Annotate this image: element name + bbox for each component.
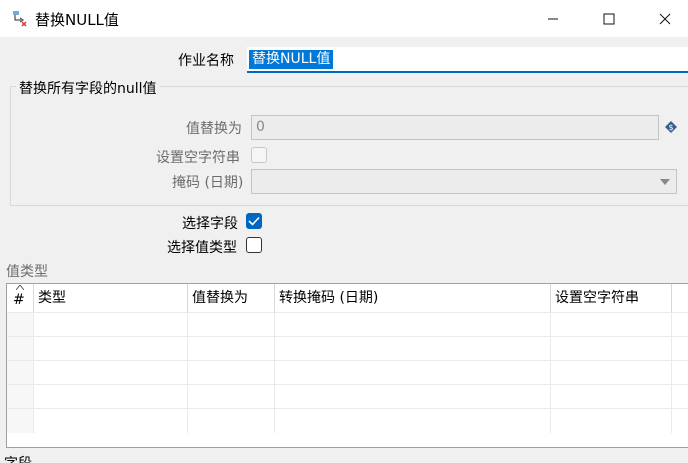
table-row[interactable] xyxy=(7,384,688,409)
select-fields-checkbox[interactable] xyxy=(246,213,262,229)
value-type-table[interactable]: # 类型 值替换为 转换掩码 (日期) 设置空字符串 xyxy=(6,283,688,448)
table-row[interactable] xyxy=(7,408,688,433)
maximize-button[interactable] xyxy=(586,0,632,37)
column-header-number[interactable]: # xyxy=(7,284,34,312)
replace-value-label: 值替换为 xyxy=(186,121,242,137)
checkmark-icon xyxy=(248,216,260,226)
table-row[interactable] xyxy=(7,336,688,361)
replace-value-text: 0 xyxy=(256,119,265,135)
value-type-section-title: 值类型 xyxy=(6,264,48,280)
select-value-type-label: 选择值类型 xyxy=(167,240,237,256)
job-name-label: 作业名称 xyxy=(178,53,234,69)
title-bar: 替换NULL值 xyxy=(0,0,688,37)
select-value-type-checkbox[interactable] xyxy=(246,237,262,253)
replace-value-input[interactable]: 0 xyxy=(251,115,659,140)
window-title: 替换NULL值 xyxy=(35,11,119,29)
app-transform-icon xyxy=(13,11,27,27)
dropdown-arrow-icon xyxy=(654,170,676,193)
column-header-set-empty-string[interactable]: 设置空字符串 xyxy=(551,284,672,312)
job-name-value: 替换NULL值 xyxy=(249,50,334,69)
minimize-icon xyxy=(548,18,558,19)
select-fields-label: 选择字段 xyxy=(182,216,238,232)
column-header-replace-value[interactable]: 值替换为 xyxy=(188,284,275,312)
variable-diamond-icon[interactable]: $ xyxy=(664,120,678,134)
column-header-type[interactable]: 类型 xyxy=(34,284,188,312)
maximize-icon xyxy=(603,13,615,24)
fields-section-title: 字段 xyxy=(4,453,32,463)
mask-combo[interactable] xyxy=(251,169,677,194)
close-button[interactable] xyxy=(642,0,688,37)
table-row[interactable] xyxy=(7,312,688,337)
svg-text:$: $ xyxy=(668,123,673,132)
table-row[interactable] xyxy=(7,360,688,385)
close-icon xyxy=(659,13,671,24)
set-empty-string-checkbox[interactable] xyxy=(251,147,267,163)
job-name-input[interactable]: 替换NULL值 xyxy=(247,47,688,73)
table-header: # 类型 值替换为 转换掩码 (日期) 设置空字符串 xyxy=(7,284,688,312)
minimize-button[interactable] xyxy=(530,0,576,37)
replace-all-group-title: 替换所有字段的null值 xyxy=(16,78,160,98)
set-empty-string-label: 设置空字符串 xyxy=(156,150,240,166)
mask-label: 掩码 (日期) xyxy=(172,175,244,191)
column-header-conversion-mask[interactable]: 转换掩码 (日期) xyxy=(275,284,551,312)
